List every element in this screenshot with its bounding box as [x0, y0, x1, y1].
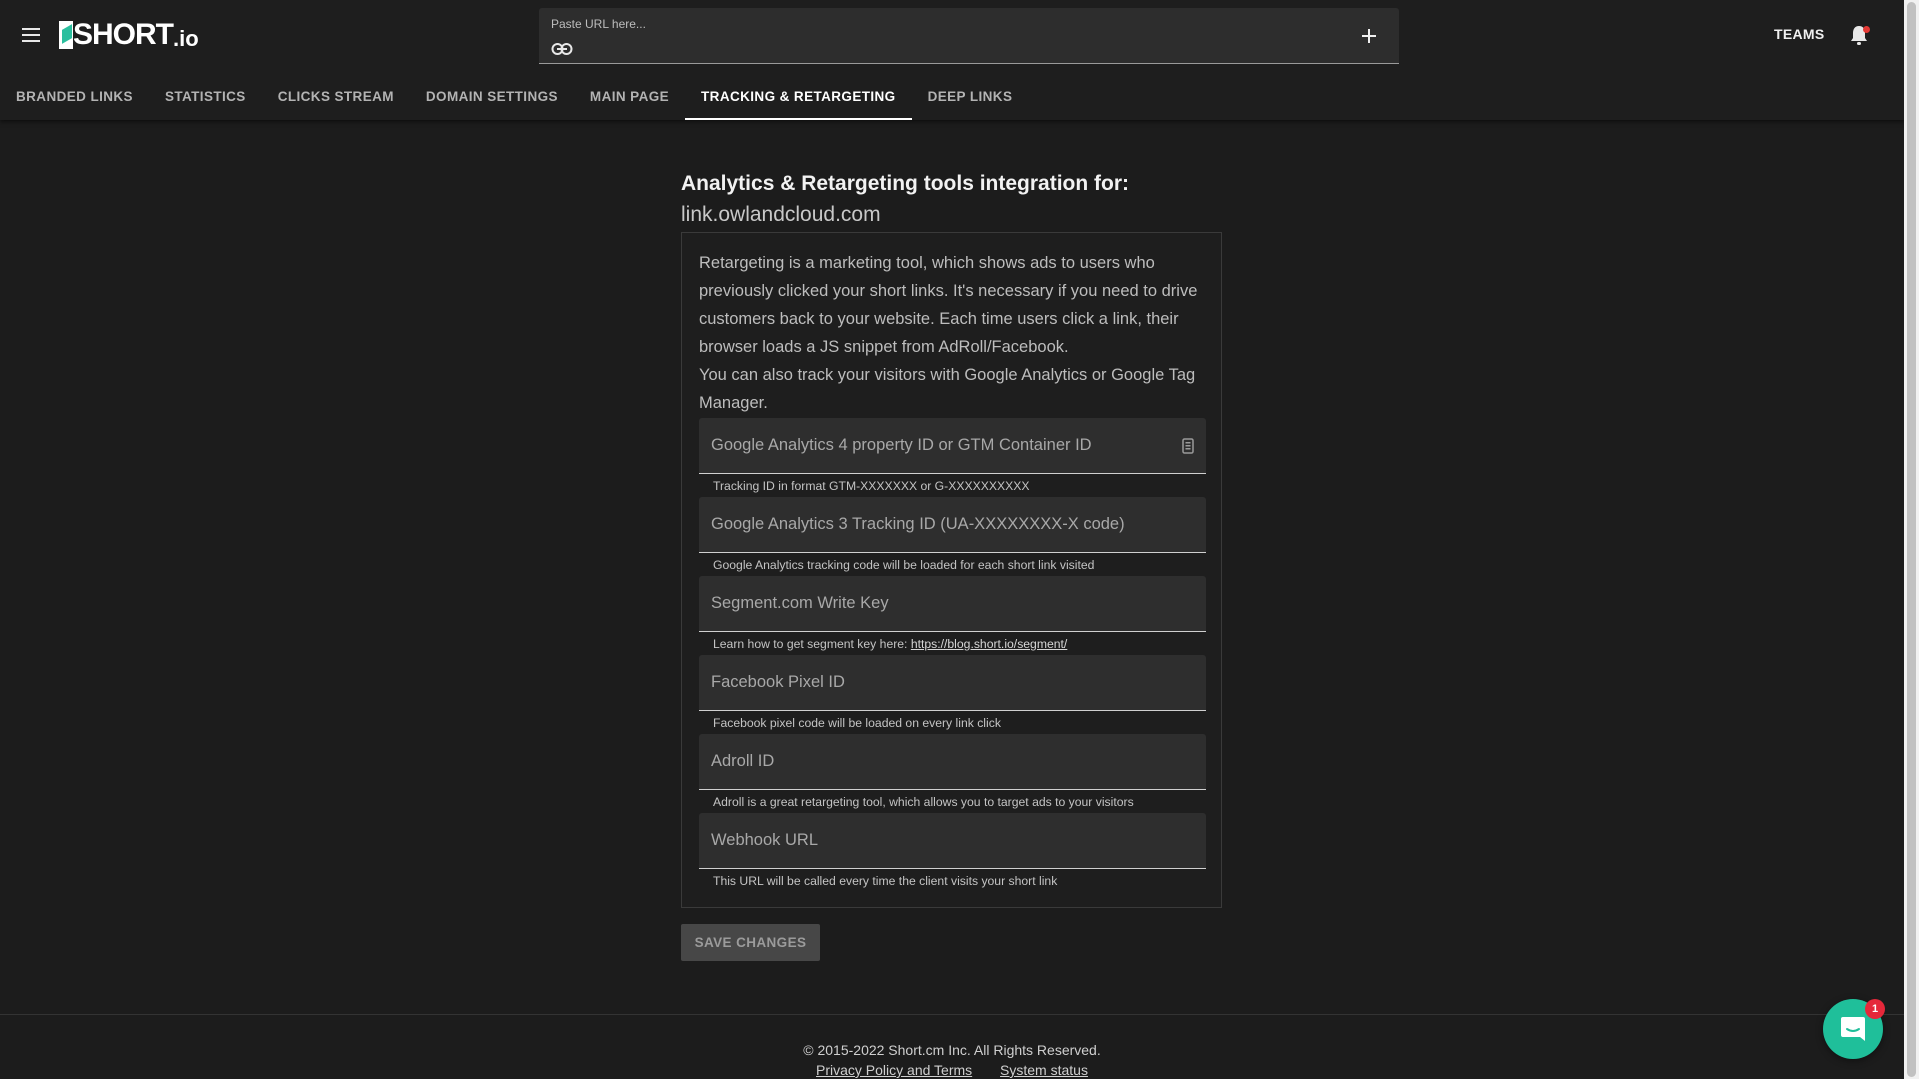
password-manager-icon[interactable]	[1182, 438, 1194, 454]
tab-clicks-stream[interactable]: CLICKS STREAM	[262, 72, 410, 120]
logo-text: SHORT	[73, 18, 174, 51]
segment-key-field[interactable]: Segment.com Write Key	[699, 576, 1206, 632]
facebook-pixel-field[interactable]: Facebook Pixel ID	[699, 655, 1206, 711]
description: Retargeting is a marketing tool, which s…	[699, 249, 1204, 417]
segment-key-helper: Learn how to get segment key here: https…	[713, 637, 1067, 651]
ga4-id-helper: Tracking ID in format GTM-XXXXXXX or G-X…	[713, 479, 1030, 493]
facebook-pixel-placeholder: Facebook Pixel ID	[711, 673, 845, 691]
ga3-id-placeholder: Google Analytics 3 Tracking ID (UA-XXXXX…	[711, 515, 1125, 533]
description-paragraph: You can also track your visitors with Go…	[699, 366, 1196, 412]
nav-tabs: BRANDED LINKS STATISTICS CLICKS STREAM D…	[0, 72, 1028, 120]
segment-help-link[interactable]: https://blog.short.io/segment/	[911, 637, 1068, 651]
integration-card: Retargeting is a marketing tool, which s…	[681, 232, 1222, 908]
privacy-policy-link[interactable]: Privacy Policy and Terms	[816, 1062, 972, 1078]
adroll-id-field[interactable]: Adroll ID	[699, 734, 1206, 790]
copyright: © 2015-2022 Short.cm Inc. All Rights Res…	[803, 1042, 1101, 1058]
ga4-id-field[interactable]: Google Analytics 4 property ID or GTM Co…	[699, 418, 1206, 474]
chat-icon	[1841, 1017, 1865, 1041]
url-input-label: Paste URL here...	[551, 17, 646, 31]
page: SHORT .io Paste URL here... TEAMS BRANDE…	[0, 0, 1919, 1079]
facebook-pixel-helper: Facebook pixel code will be loaded on ev…	[713, 716, 1001, 730]
page-scrollbar[interactable]	[1904, 0, 1919, 1079]
adroll-id-helper: Adroll is a great retargeting tool, whic…	[713, 795, 1134, 809]
tab-main-page[interactable]: MAIN PAGE	[574, 72, 685, 120]
add-link-button[interactable]	[1357, 24, 1381, 48]
webhook-url-placeholder: Webhook URL	[711, 831, 819, 849]
tab-branded-links[interactable]: BRANDED LINKS	[0, 72, 149, 120]
logo-tld: .io	[173, 26, 199, 51]
page-title: Analytics & Retargeting tools integratio…	[681, 172, 1130, 195]
teams-button[interactable]: TEAMS	[1774, 26, 1825, 42]
domain-name: link.owlandcloud.com	[681, 203, 881, 226]
tab-domain-settings[interactable]: DOMAIN SETTINGS	[410, 72, 574, 120]
logo-mark-icon	[59, 21, 73, 49]
tab-statistics[interactable]: STATISTICS	[149, 72, 262, 120]
link-icon	[551, 43, 573, 55]
save-changes-button[interactable]: SAVE CHANGES	[681, 924, 820, 961]
scrollbar-thumb[interactable]	[1907, 2, 1916, 1077]
webhook-url-helper: This URL will be called every time the c…	[713, 874, 1058, 888]
tab-tracking-retargeting[interactable]: TRACKING & RETARGETING	[685, 72, 912, 120]
url-input[interactable]: Paste URL here...	[539, 8, 1399, 64]
segment-key-placeholder: Segment.com Write Key	[711, 594, 889, 612]
system-status-link[interactable]: System status	[1000, 1062, 1088, 1078]
tab-deep-links[interactable]: DEEP LINKS	[912, 72, 1029, 120]
ga3-id-helper: Google Analytics tracking code will be l…	[713, 558, 1095, 572]
chat-unread-badge: 1	[1865, 999, 1885, 1019]
menu-icon[interactable]	[18, 24, 46, 48]
ga3-id-field[interactable]: Google Analytics 3 Tracking ID (UA-XXXXX…	[699, 497, 1206, 553]
description-paragraph: Retargeting is a marketing tool, which s…	[699, 254, 1198, 356]
logo[interactable]: SHORT .io	[59, 18, 199, 52]
footer-divider	[0, 1014, 1904, 1015]
segment-helper-text: Learn how to get segment key here:	[713, 637, 911, 651]
notification-dot	[1863, 26, 1870, 33]
footer-links: Privacy Policy and Terms System status	[0, 1062, 1904, 1078]
adroll-id-placeholder: Adroll ID	[711, 752, 775, 770]
top-app-bar: SHORT .io Paste URL here... TEAMS BRANDE…	[0, 0, 1904, 120]
webhook-url-field[interactable]: Webhook URL	[699, 813, 1206, 869]
ga4-id-placeholder: Google Analytics 4 property ID or GTM Co…	[711, 436, 1092, 454]
